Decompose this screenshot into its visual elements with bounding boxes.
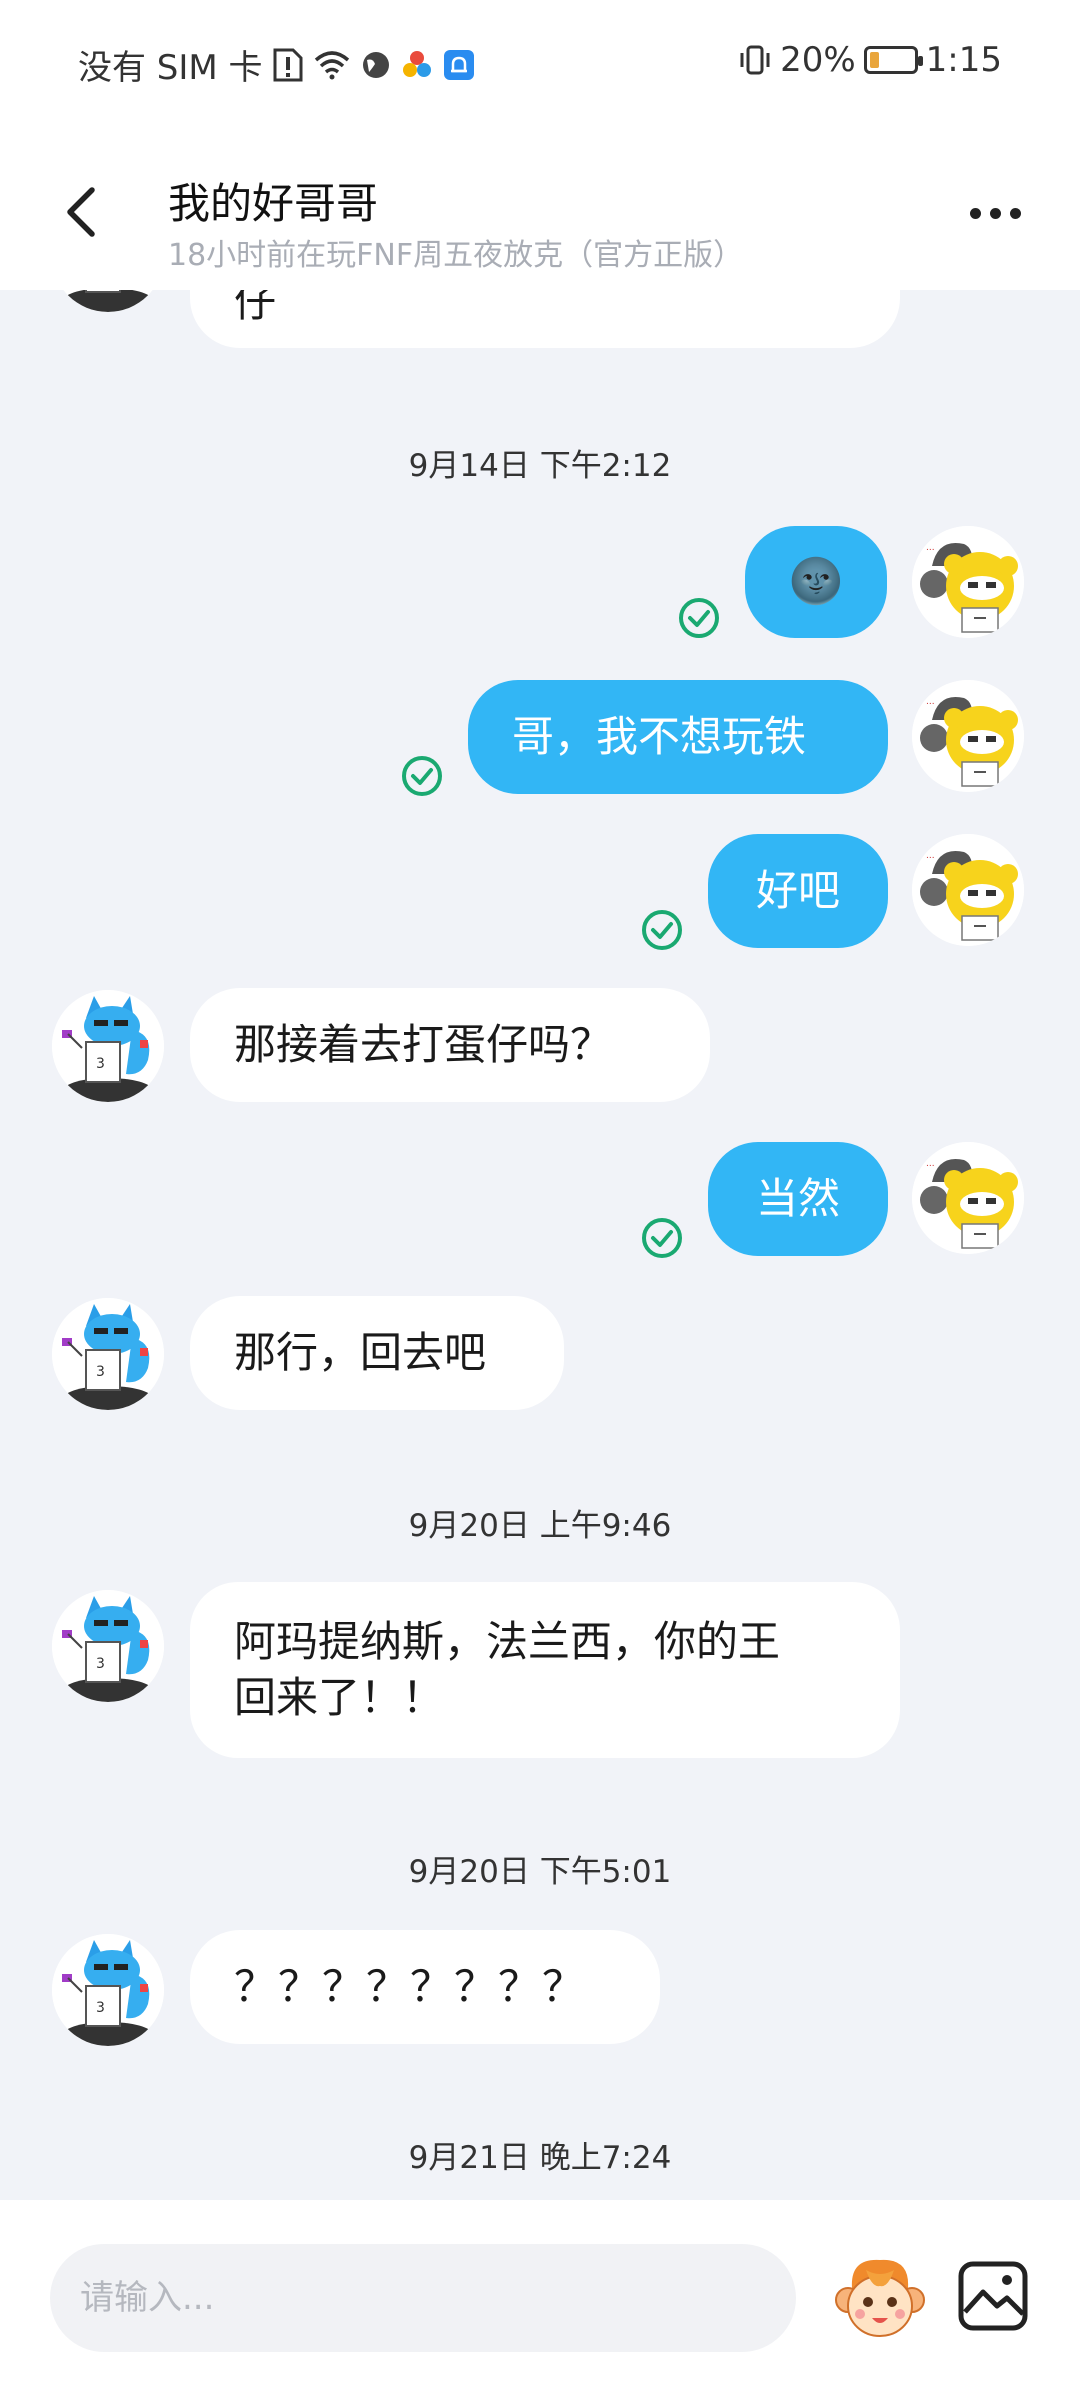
clock: 1:15 xyxy=(925,40,1002,80)
contact-avatar[interactable] xyxy=(52,1590,164,1702)
read-check-icon xyxy=(640,908,684,952)
message-bubble-incoming[interactable]: 阿玛提纳斯，法兰西，你的王 回来了！！ xyxy=(190,1582,900,1758)
status-bar: 没有 SIM 卡 20% 1:15 xyxy=(0,0,1080,130)
battery-percent: 20% xyxy=(780,40,856,80)
battery-icon xyxy=(863,46,923,74)
chat-header: 我的好哥哥 18小时前在玩FNF周五夜放克（官方正版） xyxy=(0,130,1080,290)
chevron-left-icon xyxy=(67,187,95,237)
vibrate-icon xyxy=(738,43,772,77)
message-bubble-incoming[interactable]: 那接着去打蛋仔吗？ xyxy=(190,988,710,1102)
message-list[interactable]: 仔 9月14日 下午2:12 🌚 哥，我不想玩铁 好吧 那接着去打蛋仔吗？ 当然… xyxy=(0,290,1080,2200)
carrier-label: 没有 SIM 卡 xyxy=(78,48,263,88)
vpn-globe-icon xyxy=(361,50,391,80)
input-bar xyxy=(0,2200,1080,2388)
moon-emoji: 🌚 xyxy=(788,556,844,607)
image-button[interactable] xyxy=(955,2258,1031,2334)
message-bubble-incoming[interactable]: 仔 xyxy=(190,290,900,348)
read-check-icon xyxy=(677,596,721,640)
more-dots-icon xyxy=(969,207,981,219)
contact-avatar[interactable] xyxy=(52,290,164,312)
message-bubble-incoming[interactable]: 那行，回去吧 xyxy=(190,1296,564,1410)
alarm-notification-icon xyxy=(443,49,475,81)
message-bubble-outgoing[interactable]: 好吧 xyxy=(708,834,888,948)
my-avatar[interactable] xyxy=(912,680,1024,792)
emoji-button[interactable] xyxy=(830,2248,930,2348)
my-avatar[interactable] xyxy=(912,1142,1024,1254)
contact-avatar[interactable] xyxy=(52,1934,164,2046)
timestamp: 9月20日 下午5:01 xyxy=(408,1854,672,1890)
message-bubble-incoming[interactable]: ？？？？？？？？ xyxy=(190,1930,660,2044)
timestamp: 9月14日 下午2:12 xyxy=(408,448,672,484)
image-icon xyxy=(958,2261,1028,2331)
read-check-icon xyxy=(400,754,444,798)
battery-fill xyxy=(869,52,879,68)
message-bubble-outgoing[interactable]: 当然 xyxy=(708,1142,888,1256)
read-check-icon xyxy=(640,1216,684,1260)
message-bubble-outgoing[interactable]: 哥，我不想玩铁 xyxy=(468,680,888,794)
monkey-emoji-icon xyxy=(835,2259,925,2337)
my-avatar[interactable] xyxy=(912,526,1024,638)
wifi-icon xyxy=(313,50,351,80)
contact-avatar[interactable] xyxy=(52,1298,164,1410)
app-notification-icon xyxy=(401,49,433,81)
my-avatar[interactable] xyxy=(912,834,1024,946)
contact-avatar[interactable] xyxy=(52,990,164,1102)
contact-name: 我的好哥哥 xyxy=(168,179,379,228)
message-bubble-outgoing[interactable]: 🌚 xyxy=(745,526,887,638)
timestamp: 9月20日 上午9:46 xyxy=(408,1508,672,1544)
more-options-button[interactable] xyxy=(960,188,1030,238)
no-sim-icon xyxy=(273,48,303,82)
message-input[interactable] xyxy=(50,2244,796,2352)
contact-status: 18小时前在玩FNF周五夜放克（官方正版） xyxy=(168,238,744,273)
timestamp: 9月21日 晚上7:24 xyxy=(408,2140,672,2176)
back-button[interactable] xyxy=(50,182,110,242)
